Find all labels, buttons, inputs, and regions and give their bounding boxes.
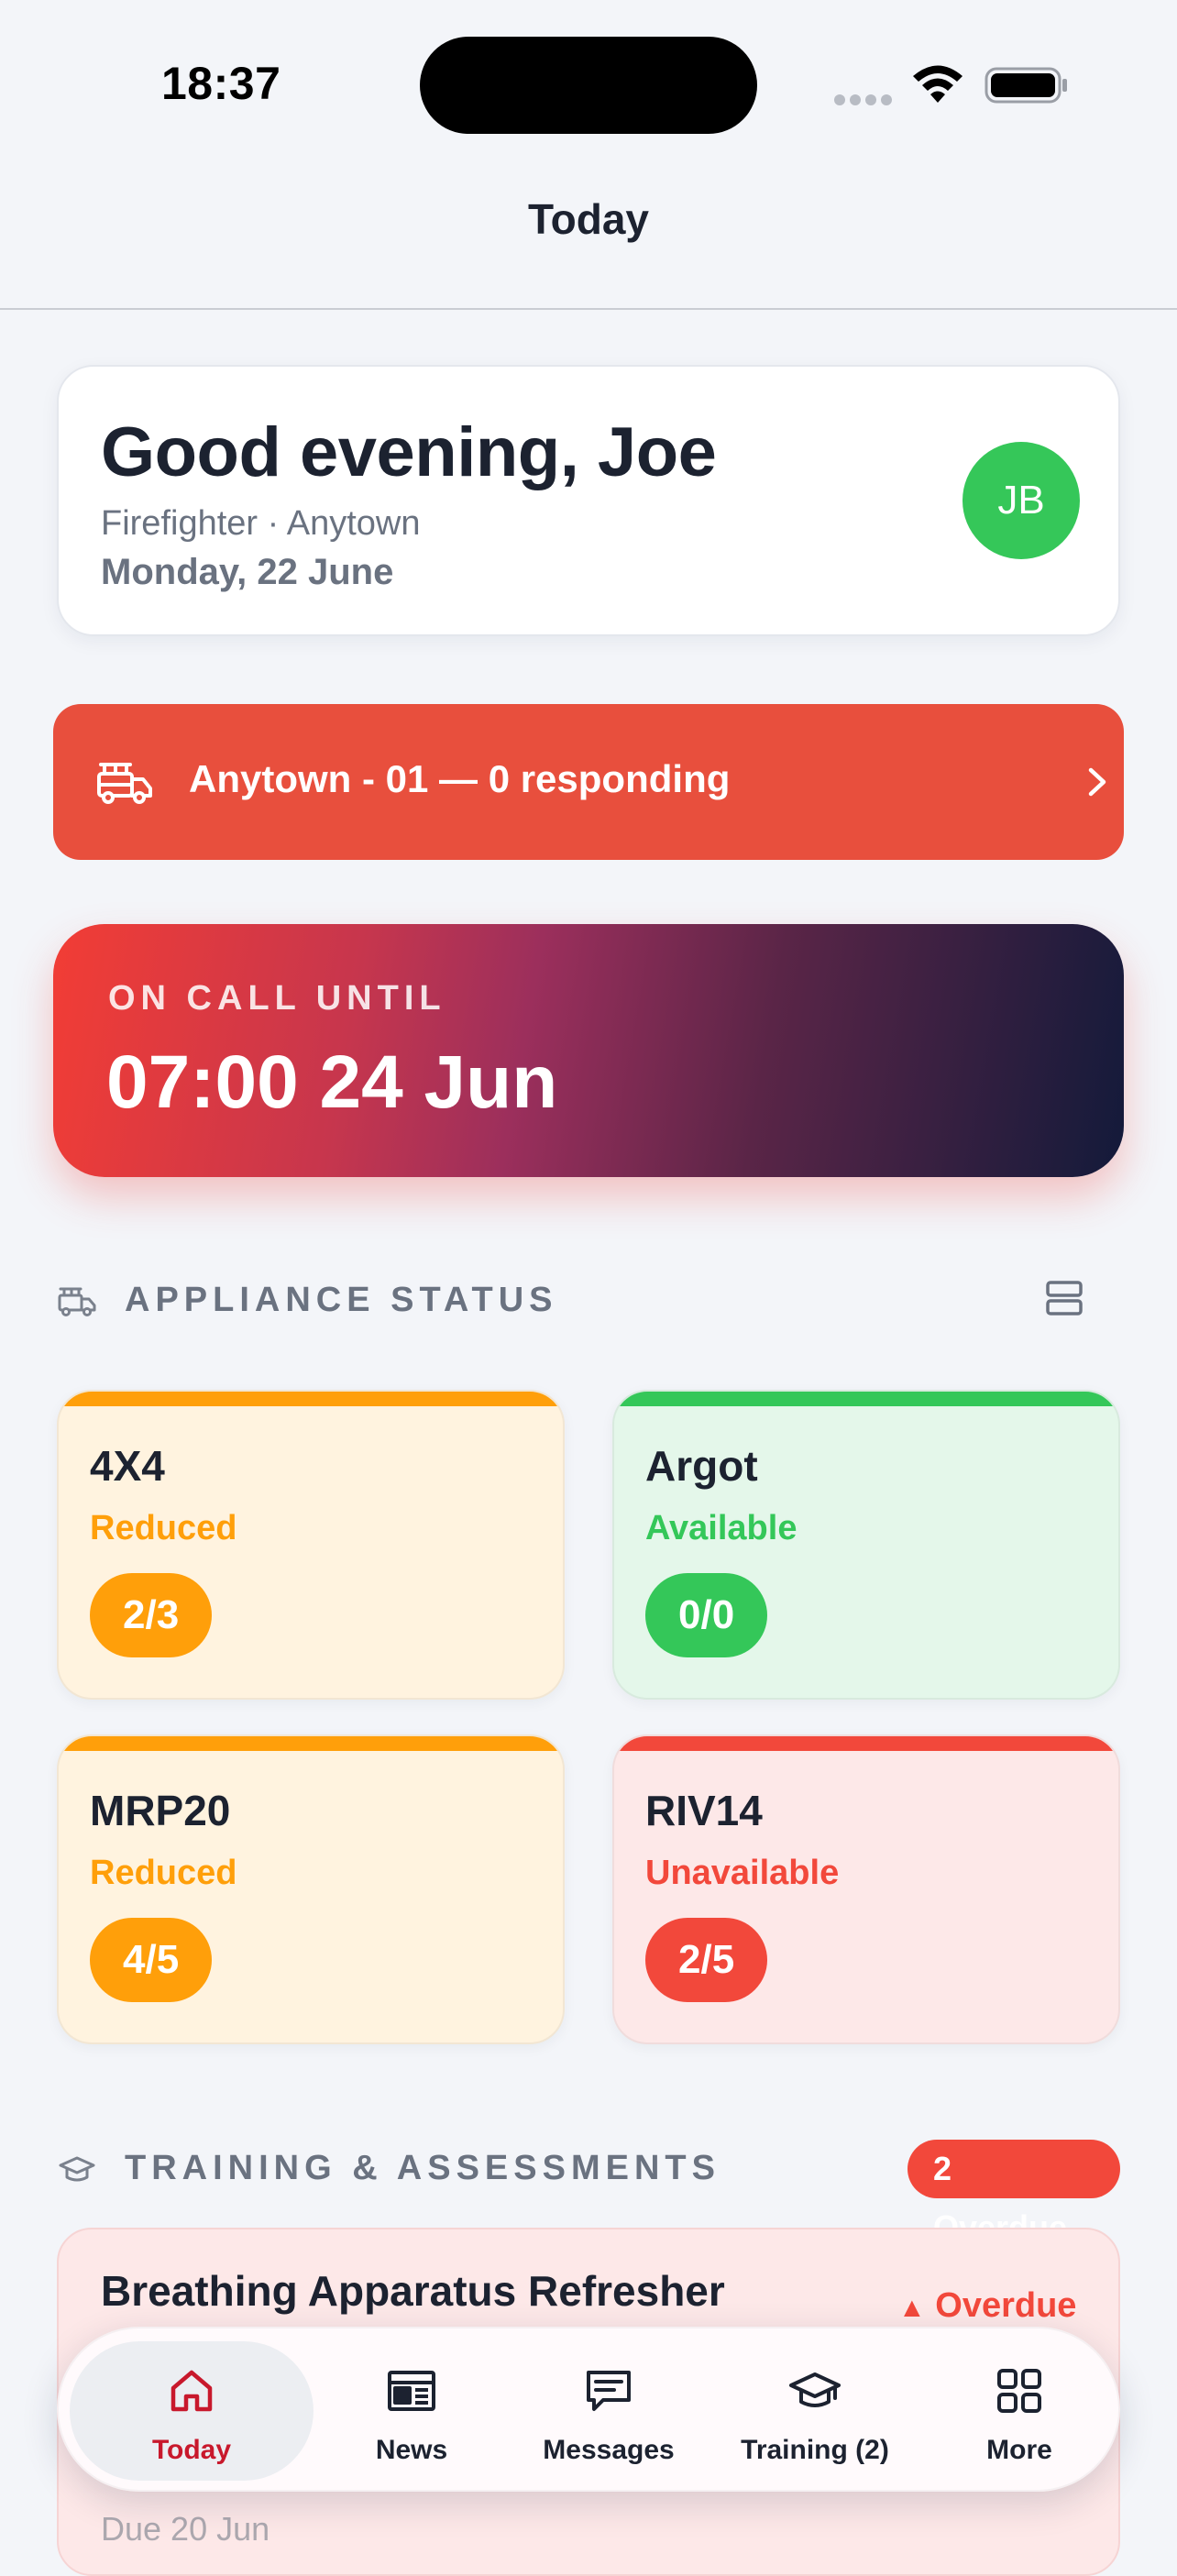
training-title: TRAINING & ASSESSMENTS [125,2149,720,2187]
greeting-date: Monday, 22 June [101,552,394,592]
appliance-status-title: APPLIANCE STATUS [125,1281,558,1319]
appliance-card[interactable]: 4X4 Reduced 2/3 [57,1390,565,1700]
on-call-label: ON CALL UNTIL [108,979,446,1018]
greeting-title: Good evening, Joe [101,413,717,491]
greeting-role: Firefighter · Anytown [101,504,421,543]
tab-label: Training (2) [741,2435,889,2465]
tab-bar: Today News Messages Training (2) More [57,2327,1120,2492]
avatar[interactable]: JB [962,442,1080,559]
appliance-status-header: APPLIANCE STATUS [57,1273,1120,1328]
home-icon [170,2370,213,2412]
tab-messages[interactable]: Messages [515,2328,702,2493]
status-bar: 18:37 [0,0,1177,165]
training-item-due: Due 20 Jun [101,2510,270,2548]
chevron-right-icon [1088,767,1106,797]
appliance-status-bar [614,1392,1118,1406]
fire-truck-icon [97,763,152,804]
tab-training[interactable]: Training (2) [702,2328,928,2493]
status-time: 18:37 [161,58,281,109]
training-header: TRAINING & ASSESSMENTS 2 Overdue [57,2140,1120,2246]
warning-triangle-icon: ▲ [898,2293,926,2323]
appliance-card[interactable]: RIV14 Unavailable 2/5 [612,1734,1120,2044]
appliance-status-bar [614,1736,1118,1751]
appliance-card[interactable]: MRP20 Reduced 4/5 [57,1734,565,2044]
crew-count-pill: 2/5 [645,1918,768,2002]
message-icon [587,2371,631,2411]
overdue-count-badge[interactable]: 2 Overdue [908,2140,1120,2246]
tab-label: News [375,2435,448,2465]
greeting-card: Good evening, Joe Firefighter · Anytown … [57,365,1120,636]
incident-banner[interactable]: Anytown - 01 — 0 responding [53,704,1124,860]
training-item-status: ▲ Overdue [898,2286,1076,2326]
appliance-name: 4X4 [90,1442,165,1490]
nav-divider [0,308,1177,310]
appliance-card[interactable]: Argot Available 0/0 [612,1390,1120,1700]
tab-label: Messages [543,2435,675,2465]
appliance-name: MRP20 [90,1787,231,1834]
incident-text: Anytown - 01 — 0 responding [189,757,731,800]
fire-truck-icon [58,1287,96,1316]
graduation-cap-icon [789,2372,841,2407]
training-item-status-label: Overdue [935,2286,1077,2325]
appliance-status-bar [59,1736,563,1751]
training-item-title: Breathing Apparatus Refresher [101,2267,725,2315]
graduation-cap-icon [59,2156,95,2182]
newspaper-icon [388,2371,435,2411]
on-call-until-value: 07:00 24 Jun [106,1040,558,1124]
appliance-status: Reduced [90,1854,237,1892]
appliance-status: Available [645,1509,798,1547]
wifi-icon [913,65,962,103]
appliance-name: RIV14 [645,1787,763,1834]
appliance-status: Reduced [90,1509,237,1547]
tab-news[interactable]: News [308,2328,515,2493]
grid-icon [997,2369,1041,2413]
layout-toggle-icon[interactable] [1043,1277,1085,1319]
tab-today[interactable]: Today [70,2328,314,2493]
crew-count-pill: 2/3 [90,1573,213,1657]
appliance-status-bar [59,1392,563,1406]
crew-count-pill: 4/5 [90,1918,213,2002]
appliance-name: Argot [645,1442,758,1490]
tab-label: Today [151,2435,232,2465]
appliance-status: Unavailable [645,1854,840,1892]
battery-icon [984,67,1067,104]
crew-count-pill: 0/0 [645,1573,768,1657]
tab-more[interactable]: More [928,2328,1111,2493]
cellular-signal-icon [834,94,896,110]
page-title: Today [527,195,650,243]
tab-label: More [986,2435,1052,2465]
on-call-card[interactable]: ON CALL UNTIL 07:00 24 Jun [53,924,1124,1177]
dynamic-island [420,37,757,134]
